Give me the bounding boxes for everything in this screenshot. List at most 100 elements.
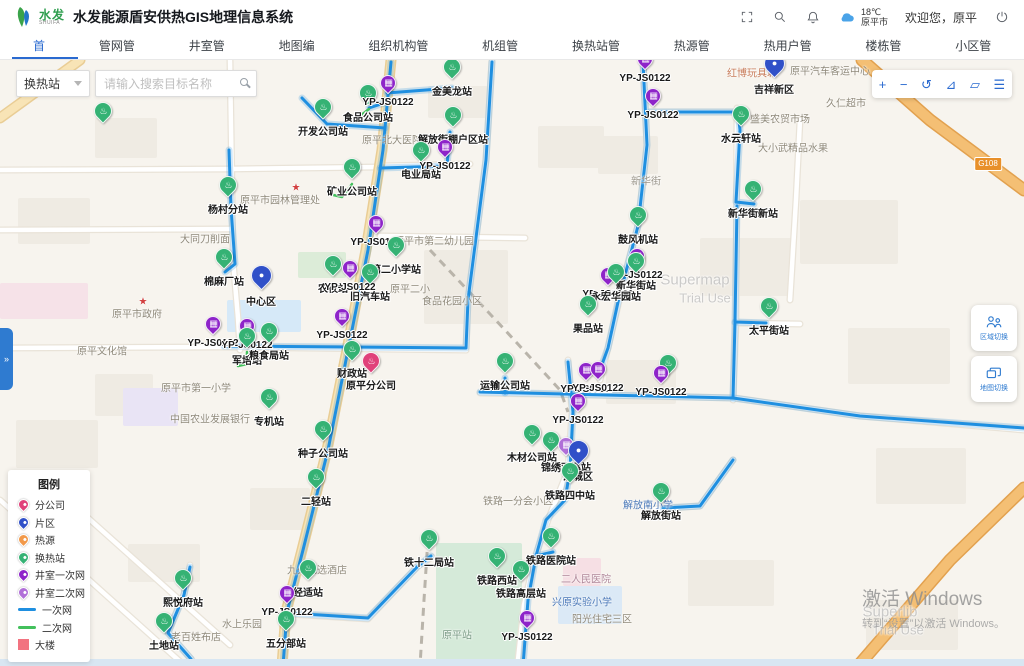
basemap-switch-button[interactable]: 地图切换 [971, 356, 1017, 402]
tab-机组管理[interactable]: 机组管理 [461, 34, 551, 59]
tab-热源管理[interactable]: 热源管理 [653, 34, 743, 59]
pin-glyph: ♨ [367, 357, 375, 366]
marker-label: 永宏华园站 [591, 288, 641, 303]
map-building-block [598, 136, 658, 174]
legend-panel: 图例 分公司片区热源换热站井室一次网井室二次网一次网二次网大楼 [8, 470, 90, 662]
region-switch-label: 区域切换 [980, 332, 1008, 342]
pin-glyph: ♨ [329, 260, 337, 269]
collapsed-panel-tab[interactable]: » [0, 328, 13, 390]
pin-glyph: ♨ [547, 436, 555, 445]
well1-pin-icon[interactable]: ▦ [331, 305, 354, 328]
station-pin-icon[interactable]: ♨ [295, 555, 320, 580]
tab-井室管理[interactable]: 井室管理 [168, 34, 258, 59]
marker-label: 旧汽车站 [350, 288, 390, 303]
station-pin-icon[interactable]: ♨ [256, 384, 281, 409]
notification-bell-icon[interactable] [805, 9, 821, 25]
map-search-control: 换热站 [16, 70, 257, 97]
legend-swatch-line [18, 626, 36, 629]
well1-pin-icon[interactable]: ▦ [634, 60, 657, 70]
map-poi-label: 久仁超市 [826, 95, 866, 110]
pin-glyph: ● [259, 271, 264, 280]
tab-首页[interactable]: 首页 [12, 34, 78, 59]
pin-glyph: ▦ [649, 92, 658, 101]
legend-label: 井室二次网 [35, 585, 85, 600]
well1-pin-icon[interactable]: ▦ [202, 313, 225, 336]
station-pin-icon[interactable]: ♨ [310, 94, 335, 119]
map-building-block [16, 420, 98, 468]
map-building-block [876, 448, 966, 504]
pin-glyph: ♨ [737, 110, 745, 119]
pin-glyph: ▦ [283, 589, 292, 598]
marker-label: 棉麻厂站 [204, 273, 244, 288]
zoom-in-button[interactable]: + [879, 78, 887, 91]
map-poi-label: 阳光住宅三区 [572, 611, 632, 626]
map-building-block [95, 118, 157, 158]
pin-glyph: ♨ [282, 615, 290, 624]
zoom-out-button[interactable]: − [900, 78, 908, 91]
tab-小区管理[interactable]: 小区管理 [934, 34, 1024, 59]
station-pin-icon[interactable]: ♨ [211, 244, 236, 269]
fullscreen-icon[interactable] [739, 9, 755, 25]
legend-swatch-pin [16, 567, 32, 583]
legend-swatch-pin [16, 514, 32, 530]
station-pin-icon[interactable]: ♨ [310, 416, 335, 441]
well1-pin-icon[interactable]: ▦ [365, 212, 388, 235]
tab-管网管理[interactable]: 管网管理 [78, 34, 168, 59]
station-pin-icon[interactable]: ♨ [625, 202, 650, 227]
area-pin-icon[interactable]: ● [247, 261, 277, 291]
measure-distance-button[interactable]: ⊿ [946, 78, 957, 91]
logo-subtext: SHUIFA [39, 21, 65, 26]
weather-city: 原平市 [861, 17, 888, 27]
marker-label: 经适站 [293, 584, 323, 599]
layer-list-button[interactable]: ☰ [994, 78, 1006, 91]
reset-view-button[interactable]: ↺ [921, 78, 932, 91]
station-pin-icon[interactable]: ♨ [756, 293, 781, 318]
pin-glyph: ♨ [634, 211, 642, 220]
pin-glyph: ♨ [265, 327, 273, 336]
tab-地图编辑[interactable]: 地图编辑 [258, 34, 348, 59]
weather-widget: 18℃ 原平市 [838, 7, 888, 28]
map-poi-label: 铁路一分会小区 [483, 493, 553, 508]
station-pin-icon[interactable]: ♨ [740, 176, 765, 201]
station-pin-icon[interactable]: ♨ [538, 523, 563, 548]
legend-item-片区: 片区 [18, 514, 90, 532]
search-icon[interactable] [772, 9, 788, 25]
map-canvas[interactable]: 原平实验中学原平市园林管理处大同刀削面原平北大医院原平市第二幼儿园原平二小食品花… [0, 60, 1024, 666]
well1-pin-icon[interactable]: ▦ [377, 72, 400, 95]
marker-label: YP-JS0122 [316, 330, 367, 341]
tab-换热站管理[interactable]: 换热站管理 [551, 34, 653, 59]
station-pin-icon[interactable]: ♨ [339, 154, 364, 179]
tab-楼栋管理[interactable]: 楼栋管理 [844, 34, 934, 59]
station-pin-icon[interactable]: ♨ [303, 464, 328, 489]
pin-glyph: ♨ [612, 268, 620, 277]
marker-label: YP-JS0122 [552, 415, 603, 426]
pin-glyph: ♨ [304, 564, 312, 573]
tab-组织机构管理[interactable]: 组织机构管理 [347, 34, 461, 59]
well1-pin-icon[interactable]: ▦ [642, 85, 665, 108]
station-pin-icon[interactable]: ♨ [215, 172, 240, 197]
pin-glyph: ♨ [312, 473, 320, 482]
map-building-block [848, 328, 950, 384]
marker-label: 鼓风机站 [618, 231, 658, 246]
marker-label: 铁路四中站 [545, 487, 595, 502]
map-building-block [424, 250, 508, 324]
page-title: 水发能源盾安供热GIS地理信息系统 [73, 7, 293, 27]
map-bottom-scrollbar[interactable] [0, 659, 1024, 666]
logout-icon[interactable] [994, 9, 1010, 25]
search-magnifier-icon[interactable] [240, 78, 248, 86]
pin-glyph: ♨ [528, 429, 536, 438]
pin-glyph: ♨ [348, 345, 356, 354]
tab-热用户管理[interactable]: 热用户管理 [743, 34, 845, 59]
map-poi-label: 原平市政府 [112, 306, 162, 321]
station-pin-icon[interactable]: ♨ [439, 60, 464, 80]
pin-glyph: ▦ [209, 320, 218, 329]
people-icon [985, 314, 1003, 330]
search-input[interactable] [95, 70, 257, 97]
station-pin-icon[interactable]: ♨ [492, 348, 517, 373]
map-poi-label: 盛美农贸市场 [750, 111, 810, 126]
marker-label: 水云轩站 [721, 130, 761, 145]
map-poi-label: 大同刀削面 [180, 231, 230, 246]
search-category-select[interactable]: 换热站 [16, 70, 90, 97]
measure-area-button[interactable]: ▱ [970, 78, 980, 91]
region-switch-button[interactable]: 区域切换 [971, 305, 1017, 351]
